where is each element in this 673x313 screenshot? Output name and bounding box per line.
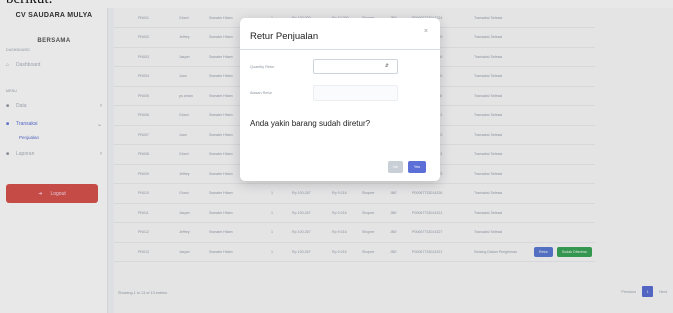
modal-title: Retur Penjualan bbox=[250, 31, 319, 42]
modal-divider bbox=[240, 49, 440, 50]
quantity-stepper[interactable]: ⇵ bbox=[313, 59, 398, 74]
close-icon[interactable]: × bbox=[424, 28, 428, 35]
reason-field[interactable] bbox=[313, 85, 398, 101]
spinner-icon[interactable]: ⇵ bbox=[385, 63, 389, 69]
confirm-question: Anda yakin barang sudah diretur? bbox=[250, 119, 371, 128]
retur-modal: Retur Penjualan × Quantity Retur ⇵ Alasa… bbox=[240, 18, 440, 181]
reason-label: Alasan Retur bbox=[250, 91, 272, 95]
yes-button[interactable]: Yes bbox=[408, 161, 426, 173]
quantity-label: Quantity Retur bbox=[250, 65, 275, 69]
no-button[interactable]: No bbox=[388, 161, 403, 173]
